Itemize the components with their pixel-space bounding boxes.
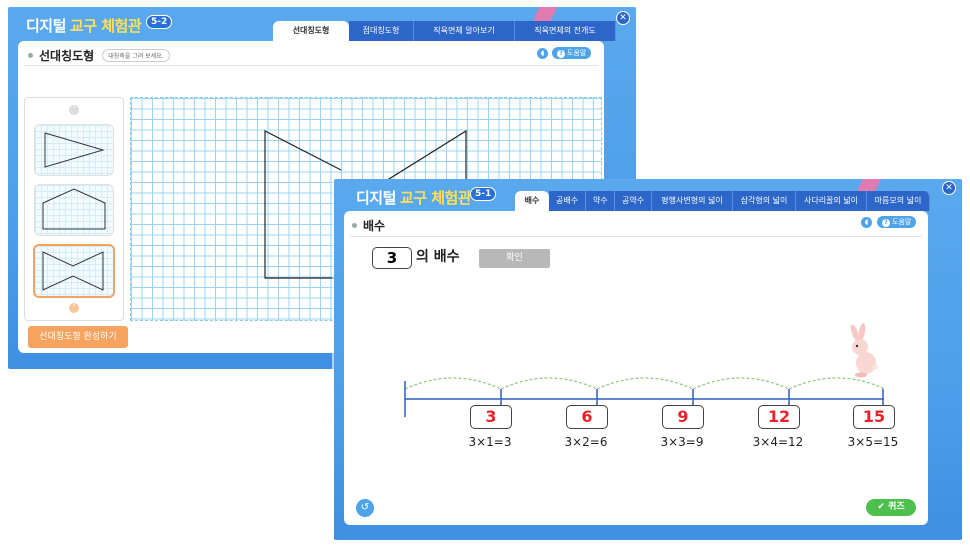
number-input[interactable]: 3 <box>372 247 412 269</box>
pink-decoration <box>857 179 881 191</box>
brand-highlight: 교구 체험관 <box>69 17 142 35</box>
tab-point-symmetry[interactable]: 점대칭도형 <box>349 21 414 41</box>
tab-triangle-area[interactable]: 삼각형의 넓이 <box>733 191 796 211</box>
question-icon: ? <box>882 219 890 227</box>
tab-common-multiples[interactable]: 공배수 <box>549 191 586 211</box>
speaker-icon[interactable]: ◖ <box>537 48 548 59</box>
pink-decoration <box>532 7 558 21</box>
page-title-text: 선대칭도형 <box>39 49 95 63</box>
jump-arc <box>404 377 502 390</box>
jump-arc <box>788 377 884 390</box>
speaker-icon[interactable]: ◖ <box>861 217 872 228</box>
multiples-window: 디지털 교구 체험관 5-1 배수 공배수 약수 공약수 평행사변형의 넓이 삼각… <box>334 179 962 540</box>
equation-4: 3×4=12 <box>752 435 804 449</box>
shape-thumb-triangle[interactable] <box>34 124 114 176</box>
equation-3: 3×3=9 <box>660 435 704 449</box>
shape-list: ˄ ˅ <box>24 97 124 321</box>
shape-thumb-bowtie[interactable] <box>33 244 115 298</box>
multiples-label: 의 배수 <box>416 249 460 265</box>
chevron-up-icon[interactable]: ˄ <box>69 105 79 115</box>
triangle-shape-icon <box>44 132 105 168</box>
equation-2: 3×2=6 <box>564 435 608 449</box>
quiz-button[interactable]: ✔ 퀴즈 <box>866 499 916 516</box>
multiple-box-3: 9 <box>662 405 704 429</box>
shape-thumb-pentagon[interactable] <box>34 184 114 236</box>
multiple-box-1: 3 <box>470 405 512 429</box>
quiz-label: 퀴즈 <box>888 502 905 512</box>
tab-common-divisors[interactable]: 공약수 <box>615 191 652 211</box>
pentagon-shape-icon <box>42 188 106 230</box>
equation-5: 3×5=15 <box>847 435 899 449</box>
tab-trapezoid-area[interactable]: 사다리꼴의 넓이 <box>796 191 867 211</box>
multiple-box-5: 15 <box>853 405 895 429</box>
grade-badge: 5-1 <box>470 187 497 201</box>
tab-cuboid-net[interactable]: 직육면체의 전개도 <box>515 21 616 41</box>
tab-line-symmetry[interactable]: 선대칭도형 <box>273 21 349 41</box>
multiple-box-2: 6 <box>566 405 608 429</box>
multiple-box-4: 12 <box>758 405 800 429</box>
hint-badge: 대칭축을 그려 보세요. <box>102 49 170 62</box>
bullet-icon <box>28 53 33 58</box>
tab-parallelogram-area[interactable]: 평행사변형의 넓이 <box>652 191 733 211</box>
equation-1: 3×1=3 <box>468 435 512 449</box>
content-panel: 배수 ◖ ? 도움말 3 의 배수 확인 3 6 9 12 15 3×1=3 3… <box>344 211 928 525</box>
chevron-down-icon[interactable]: ˅ <box>69 303 79 313</box>
help-button[interactable]: ? 도움말 <box>552 47 592 59</box>
divider <box>350 236 922 237</box>
page-title: 배수 <box>352 217 385 234</box>
confirm-button[interactable]: 확인 <box>479 249 550 268</box>
bullet-icon <box>352 223 357 228</box>
page-title: 선대칭도형 대칭축을 그려 보세요. <box>28 47 170 64</box>
tab-cuboid-intro[interactable]: 직육면체 알아보기 <box>414 21 515 41</box>
jump-arc <box>692 377 790 390</box>
brand-highlight: 교구 체험관 <box>399 189 472 207</box>
brand-text: 디지털 <box>26 17 66 35</box>
rabbit-icon <box>850 323 878 378</box>
question-icon: ? <box>557 50 565 58</box>
tab-rhombus-area[interactable]: 마름모의 넓이 <box>867 191 930 211</box>
jump-arc <box>500 377 598 390</box>
app-brand: 디지털 교구 체험관 <box>26 15 142 36</box>
tab-bar: 배수 공배수 약수 공약수 평행사변형의 넓이 삼각형의 넓이 사다리꼴의 넓이… <box>515 191 930 211</box>
close-icon[interactable]: ✕ <box>616 11 630 25</box>
reset-icon[interactable]: ↺ <box>356 499 374 517</box>
complete-shape-button[interactable]: 선대칭도형 완성하기 <box>28 326 128 348</box>
page-title-text: 배수 <box>363 219 386 233</box>
jump-arc <box>596 377 694 390</box>
brand-text: 디지털 <box>356 189 396 207</box>
close-icon[interactable]: ✕ <box>942 181 956 195</box>
tab-bar: 선대칭도형 점대칭도형 직육면체 알아보기 직육면체의 전개도 <box>273 21 616 41</box>
help-button[interactable]: ? 도움말 <box>877 216 917 228</box>
help-label: 도움말 <box>892 218 912 226</box>
number-line <box>404 377 884 417</box>
grade-badge: 5-2 <box>146 15 173 29</box>
check-icon: ✔ <box>877 502 885 512</box>
tab-multiples[interactable]: 배수 <box>515 191 549 211</box>
tab-divisors[interactable]: 약수 <box>586 191 615 211</box>
help-label: 도움말 <box>567 49 587 57</box>
bowtie-shape-icon <box>42 251 104 291</box>
app-brand: 디지털 교구 체험관 <box>356 187 472 208</box>
divider <box>24 65 598 66</box>
